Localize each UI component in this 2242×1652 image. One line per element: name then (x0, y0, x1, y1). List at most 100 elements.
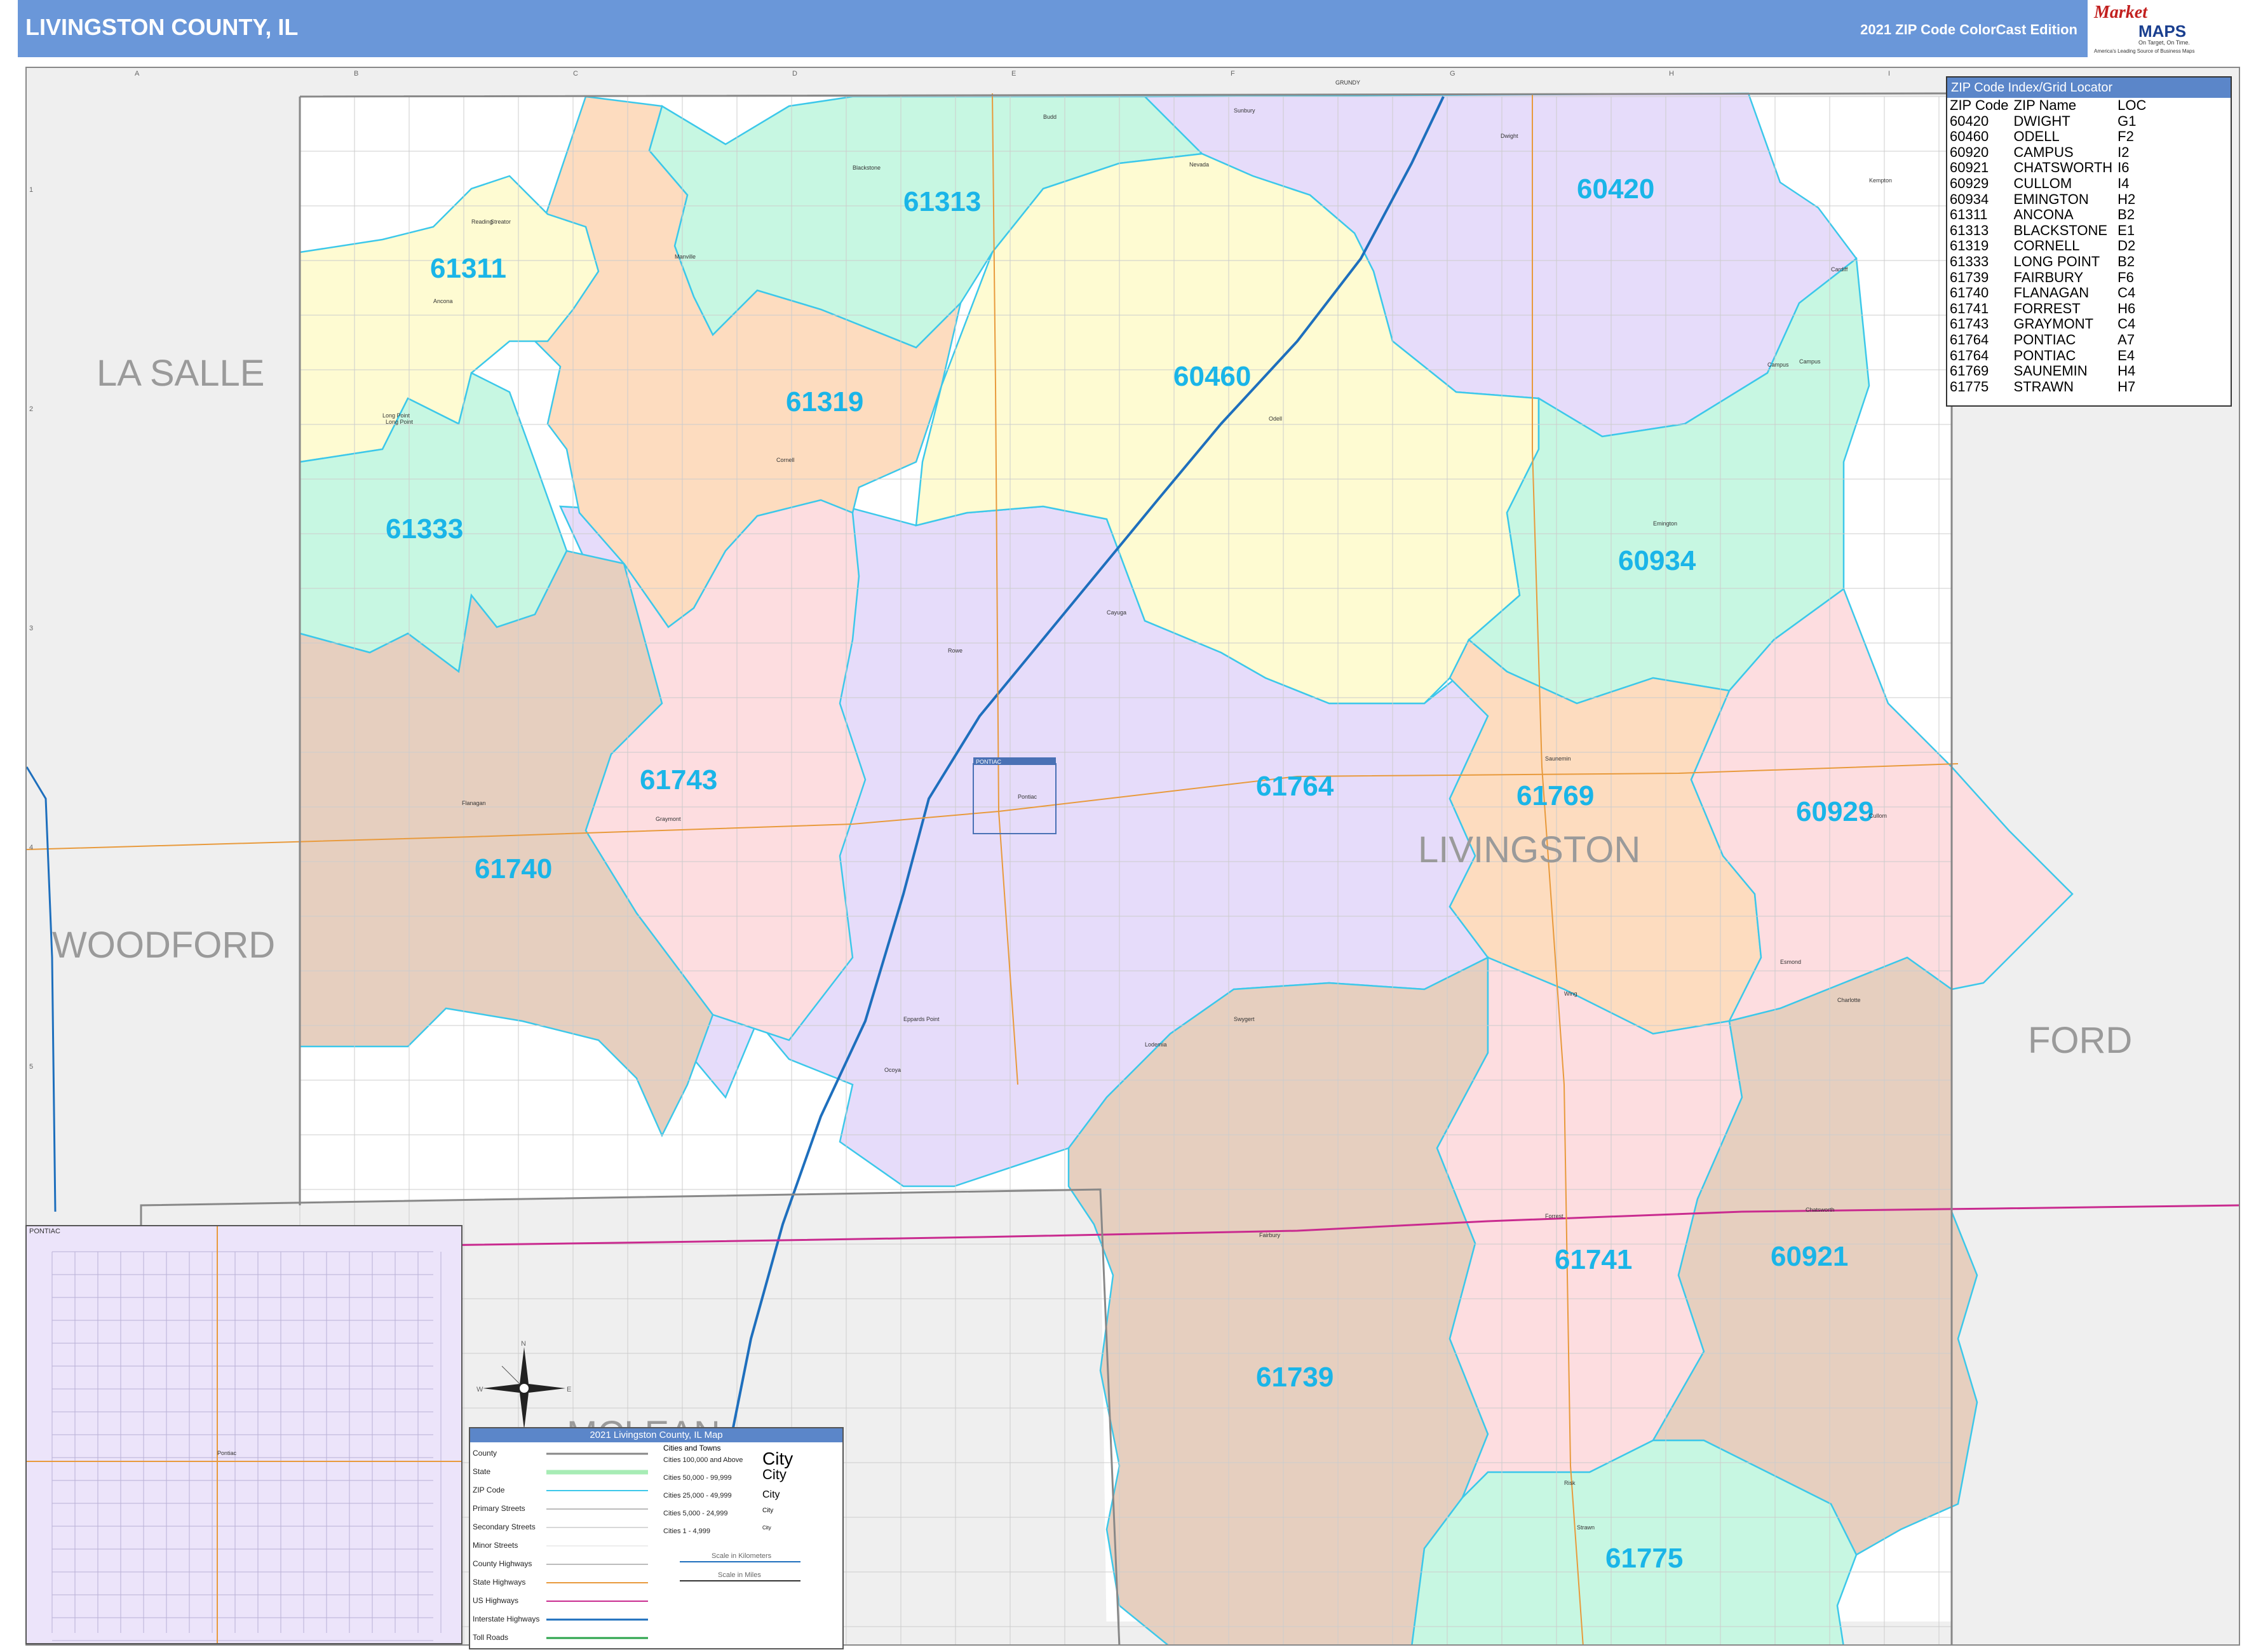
index-col-loc: LOC (2117, 97, 2147, 113)
grid-letter: I (1888, 70, 1890, 78)
index-loc: B2 (2117, 207, 2135, 223)
index-row: 61311 ANCONA B2 (1950, 207, 2151, 223)
town-label: Rowe (948, 647, 962, 654)
legend-city-sample: City (762, 1489, 780, 1500)
legend-scale-mi: Scale in Miles (718, 1571, 761, 1579)
index-zip: 61769 (1950, 363, 1989, 379)
compass-e: E (567, 1386, 571, 1393)
index-row: 61740 FLANAGAN C4 (1950, 285, 2151, 301)
legend-cities-head: Cities and Towns (663, 1444, 721, 1452)
town-label: Dwight (1501, 133, 1518, 139)
town-label: Campus (1799, 358, 1821, 365)
zip-label-61741: 61741 (1555, 1244, 1632, 1275)
zip-label-61311: 61311 (430, 253, 506, 284)
index-col-name: ZIP Name (2013, 97, 2077, 113)
market-maps-logo: Market MAPS On Target, On Time. America'… (2088, 0, 2240, 57)
index-zip: 60934 (1950, 191, 1989, 207)
grid-letter: A (135, 70, 140, 78)
inset-streets: Pontiac (27, 1226, 461, 1643)
legend-row: ZIP Code (473, 1486, 505, 1494)
zip-label-60460: 60460 (1173, 361, 1251, 392)
index-row: 60420 DWIGHT G1 (1950, 113, 2151, 130)
zip-label-61740: 61740 (475, 853, 552, 884)
legend-city-row: Cities 5,000 - 24,999 (663, 1510, 728, 1517)
zip-label-61313: 61313 (903, 186, 981, 217)
legend-city-sample: City (762, 1466, 787, 1482)
index-zip: 61739 (1950, 269, 1989, 285)
legend-row: US Highways (473, 1596, 519, 1605)
index-name: GRAYMONT (2013, 316, 2094, 332)
compass-n: N (521, 1341, 526, 1348)
compass-rose: N S W E (476, 1341, 572, 1436)
town-label: Emington (1653, 520, 1677, 527)
inset-title: PONTIAC (29, 1228, 60, 1235)
zip-label-61319: 61319 (786, 386, 863, 417)
town-label: Kempton (1869, 177, 1892, 184)
index-name: PONTIAC (2013, 347, 2076, 363)
zip-label-61333: 61333 (386, 513, 463, 545)
town-label: Cullom (1869, 813, 1887, 819)
index-row: 61764 PONTIAC A7 (1950, 332, 2151, 348)
index-name: BLACKSTONE (2013, 222, 2108, 238)
index-loc: H4 (2117, 363, 2136, 379)
grid-number: 2 (29, 405, 33, 413)
legend-city-row: Cities 1 - 4,999 (663, 1527, 710, 1535)
index-loc: I2 (2117, 144, 2130, 160)
map-legend: 2021 Livingston County, IL Map Cities an… (469, 1427, 844, 1649)
index-row: 60921 CHATSWORTH I6 (1950, 160, 2151, 176)
town-label: Fairbury (1259, 1232, 1281, 1238)
index-loc: H2 (2117, 191, 2136, 207)
legend-row: State Highways (473, 1578, 526, 1587)
index-row: 60934 EMINGTON H2 (1950, 191, 2151, 208)
town-label: Campus (1767, 362, 1789, 368)
town-label: Ancona (433, 298, 453, 304)
index-loc: F2 (2117, 128, 2134, 145)
index-row: 61775 STRAWN H7 (1950, 379, 2151, 395)
legend-row: Minor Streets (473, 1541, 518, 1550)
index-name: STRAWN (2013, 378, 2074, 395)
index-name: ANCONA (2013, 207, 2074, 223)
index-loc: H6 (2117, 300, 2136, 316)
index-name: EMINGTON (2013, 191, 2089, 207)
index-zip: 61319 (1950, 238, 1989, 254)
index-zip: 60921 (1950, 159, 1989, 176)
legend-city-row: Cities 100,000 and Above (663, 1456, 743, 1464)
pontiac-inset-map[interactable]: PONTIAC Pontiac (25, 1225, 463, 1644)
index-row: 61333 LONG POINT B2 (1950, 254, 2151, 270)
town-label: Nevada (1189, 161, 1209, 168)
index-zip: 61333 (1950, 253, 1989, 269)
grid-letter: F (1231, 70, 1235, 78)
town-label: Manville (675, 254, 696, 260)
town-label: Eppards Point (903, 1016, 940, 1022)
county-label: LA SALLE (97, 353, 264, 394)
zip-index-table: ZIP Code Index/Grid Locator ZIP Code ZIP… (1946, 76, 2232, 407)
index-loc: H7 (2117, 378, 2136, 395)
legend-row: Secondary Streets (473, 1522, 536, 1531)
grid-number: 5 (29, 1063, 33, 1071)
grid-number: 4 (29, 844, 33, 851)
legend-city-row: Cities 25,000 - 49,999 (663, 1492, 732, 1500)
index-loc: A7 (2117, 331, 2135, 348)
zip-index-title: ZIP Code Index/Grid Locator (1947, 78, 2231, 98)
index-loc: D2 (2117, 238, 2136, 254)
index-zip: 60929 (1950, 175, 1989, 191)
index-row: 61739 FAIRBURY F6 (1950, 269, 2151, 286)
legend-city-sample: City (762, 1525, 771, 1531)
index-name: FORREST (2013, 300, 2081, 316)
town-label: Saunemin (1545, 755, 1571, 762)
pontiac-box-label: PONTIAC (976, 759, 1002, 765)
logo-market: Market (2094, 3, 2147, 22)
zip-label-60921: 60921 (1771, 1241, 1848, 1272)
legend-row: Interstate Highways (473, 1615, 540, 1623)
index-name: PONTIAC (2013, 331, 2076, 348)
index-zip: 60920 (1950, 144, 1989, 160)
town-label: Long Point (386, 419, 414, 425)
town-label: Graymont (656, 816, 681, 822)
index-name: CHATSWORTH (2013, 159, 2113, 176)
legend-city-sample: City (762, 1507, 774, 1514)
town-label: Budd (1043, 114, 1057, 120)
index-zip: 61313 (1950, 222, 1989, 238)
zip-index-grid: ZIP Code ZIP Name LOC 60420 DWIGHT G1 60460… (1950, 97, 2151, 395)
town-label: Pontiac (1018, 794, 1037, 800)
town-label: Sunbury (1234, 107, 1255, 114)
